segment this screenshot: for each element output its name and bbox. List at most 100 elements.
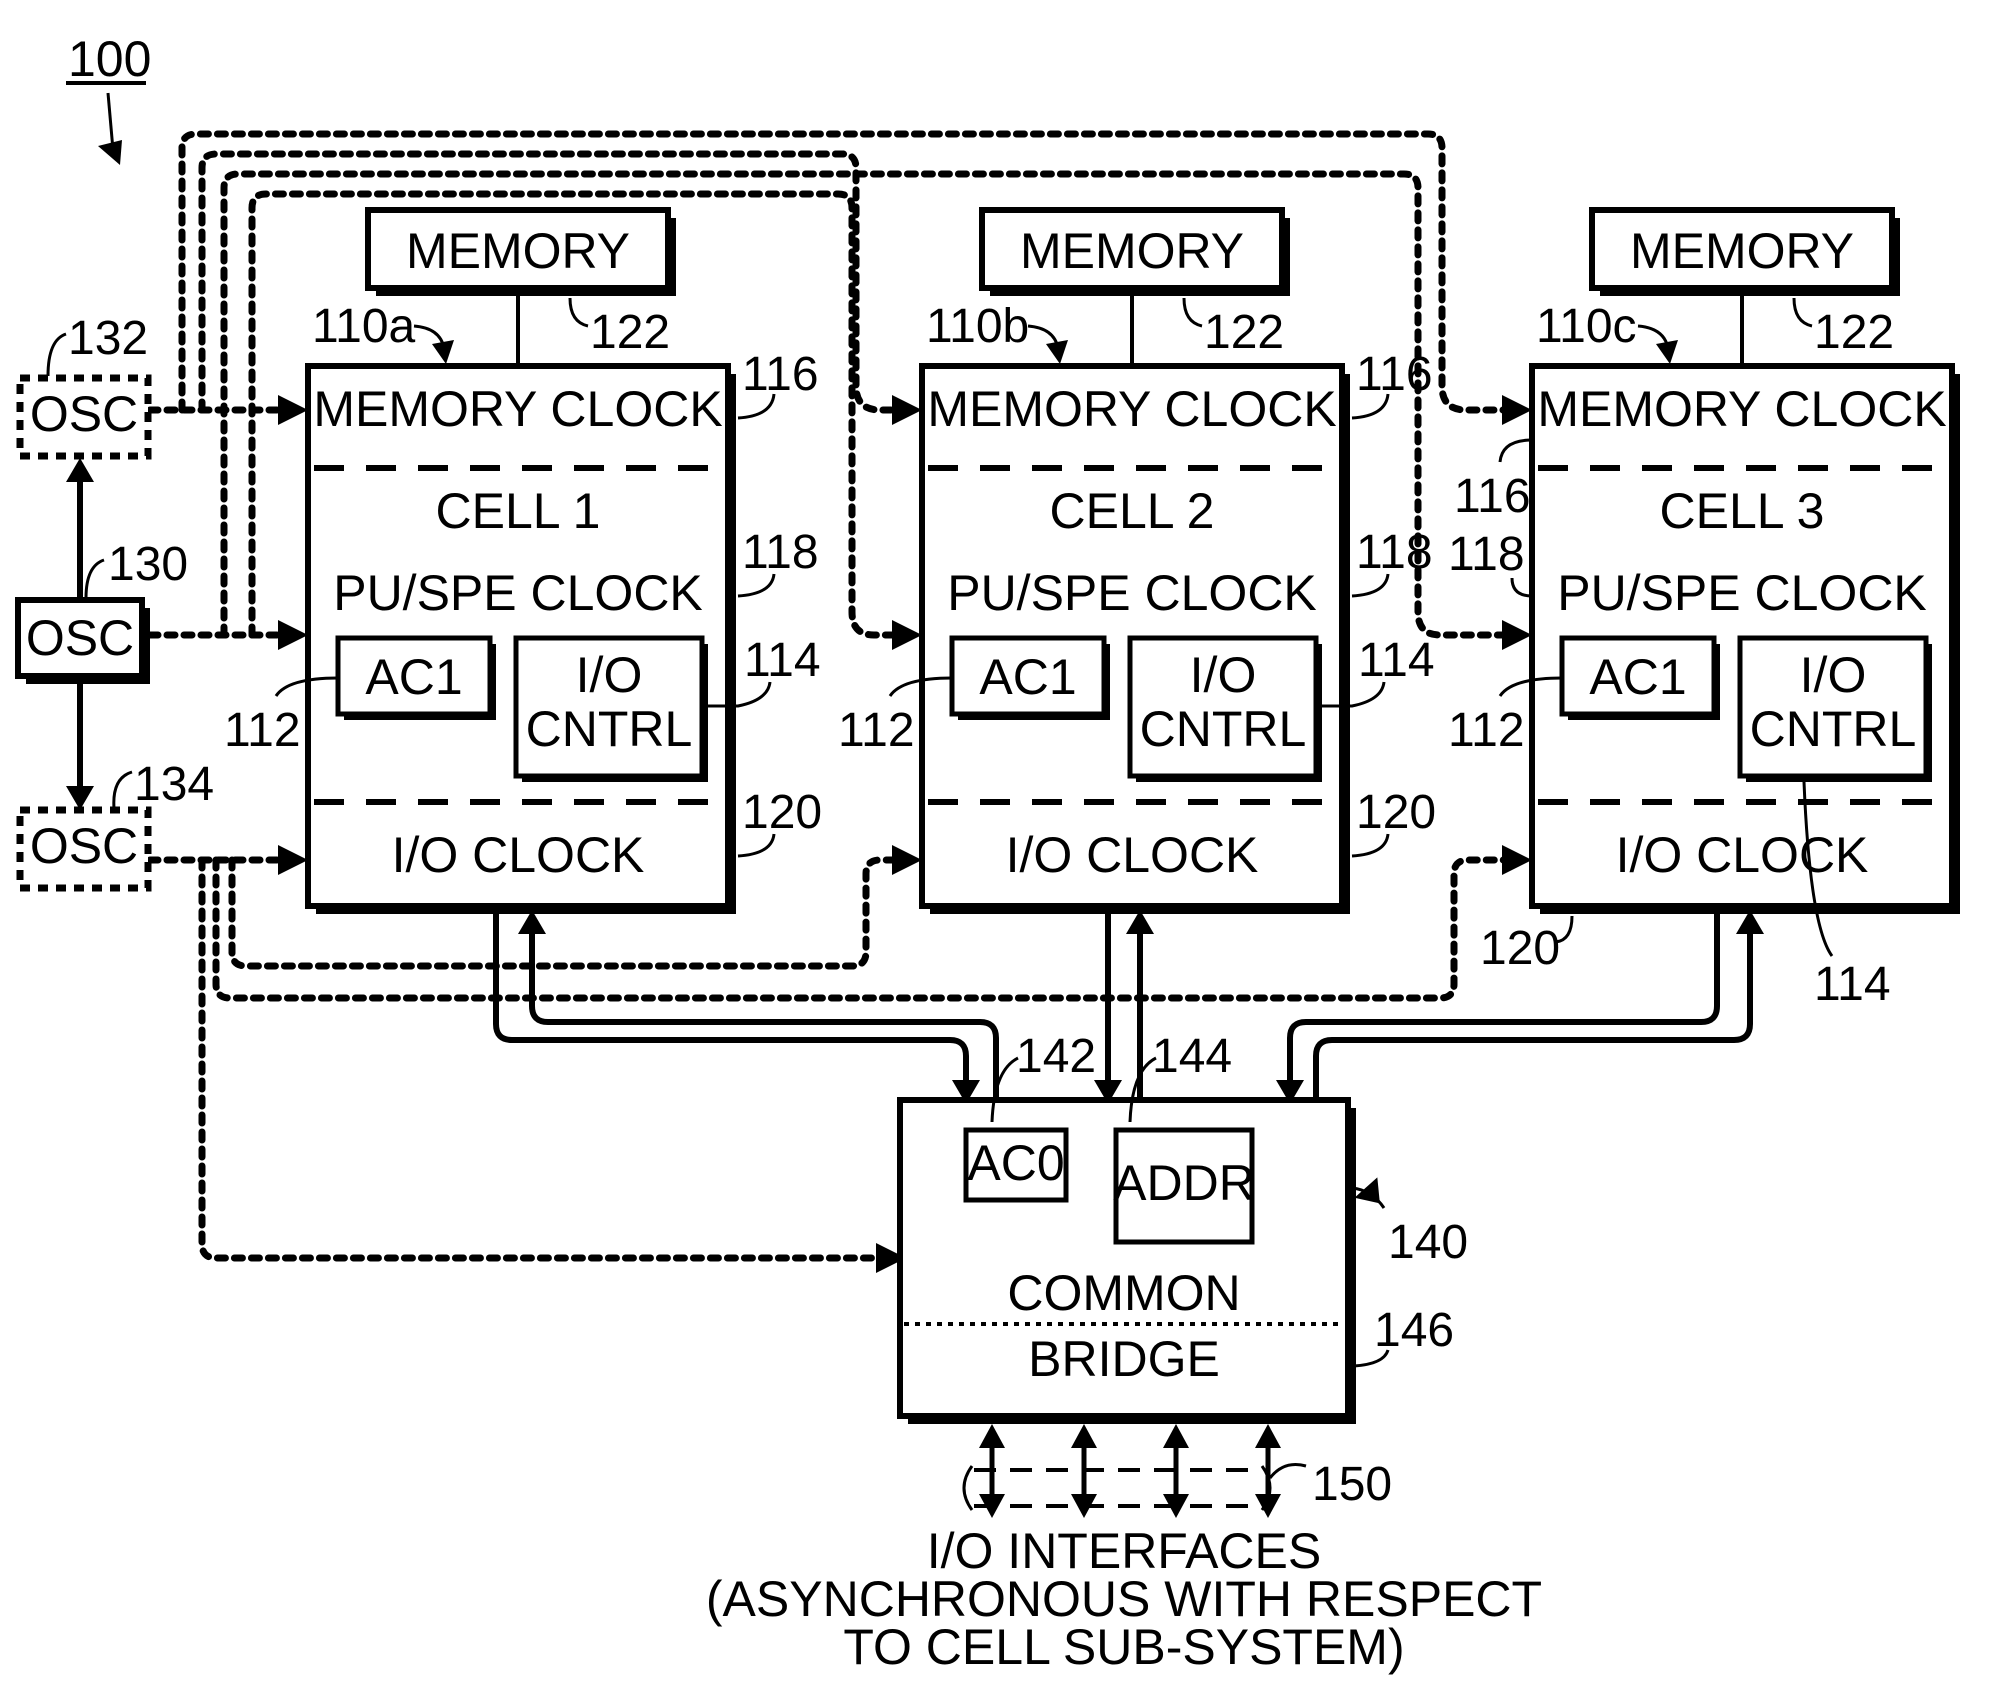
arrowhead [278,620,308,650]
io-cntrl-label-line2: CNTRL [526,701,693,757]
memory-label: MEMORY [1020,223,1244,279]
io-clock-ref: 120 [1356,786,1436,839]
ac0-ref: 142 [1016,1030,1096,1083]
arrowhead [278,845,308,875]
arrowhead [432,340,454,364]
memory-ref: 122 [1814,306,1894,359]
addr-ref: 144 [1152,1030,1232,1083]
io-arrowhead-up [979,1424,1005,1448]
clock-domain-diagram: 100 OSC 132 OSC 130 OSC 134 MEMORY122110… [15,31,1960,1675]
leader-line [46,332,67,377]
cell-name: CELL 3 [1660,483,1825,539]
arrowhead [1502,395,1532,425]
pu-spe-clock-label: PU/SPE CLOCK [1557,565,1927,621]
ac0-label: AC0 [967,1135,1064,1191]
memory-label: MEMORY [1630,223,1854,279]
io-interfaces-ref: 150 [1312,1458,1392,1511]
cell-1: MEMORY 122 110a MEMORY CLOCK CELL 1 PU/SPE CL… [224,207,822,914]
cell-ref: 110a [312,300,416,353]
arrowhead [1354,1177,1380,1204]
bridge-to-cell1-bus [529,928,999,1098]
leader-line [84,558,105,599]
io-clock-label: I/O CLOCK [392,827,645,883]
io-interfaces: 150 I/O INTERFACES (ASYNCHRONOUS WITH RE… [706,1424,1542,1675]
io-cntrl-ref: 114 [1358,634,1435,687]
ac1-ref: 112 [838,704,915,757]
pu-spe-clock-ref: 118 [742,526,819,579]
io-arrowhead-down [1255,1494,1281,1518]
cell-name: CELL 1 [436,483,601,539]
io-arrowhead-up [1163,1424,1189,1448]
leader-line [1182,297,1203,328]
io-cntrl-label-line2: CNTRL [1140,701,1307,757]
memory-clock-label: MEMORY CLOCK [1537,381,1946,437]
io-clock-ref: 120 [1480,922,1560,975]
oscillator-130: OSC 130 [15,538,188,684]
pu-spe-clock-label: PU/SPE CLOCK [333,565,703,621]
leader-line [1498,438,1533,463]
arrowhead [1502,845,1532,875]
memory-clock-ref: 116 [1454,470,1531,523]
arrowhead [1656,340,1678,364]
cell-ref: 110b [926,300,1029,353]
io-cntrl-ref: 114 [1814,958,1891,1011]
osc-ref: 134 [134,758,214,811]
bridge-section-ref: 146 [1374,1304,1454,1357]
arrowhead [1046,340,1068,364]
arrowhead [892,845,922,875]
leader-line [1792,297,1813,328]
io-arrowhead-up [1255,1424,1281,1448]
io-clock-ref: 120 [742,786,822,839]
io-cntrl-label-line1: I/O [1800,647,1867,703]
osc-ref: 132 [68,312,148,365]
ac1-label: AC1 [1589,649,1686,705]
arrowhead-up [66,458,94,482]
memory-clock-label: MEMORY CLOCK [313,381,722,437]
io-group-bracket-ends [962,1465,1272,1511]
cell-3: MEMORY 122 110c MEMORY CLOCK CELL 3 PU/SPE CL… [1448,207,1960,1011]
cell-ref: 110c [1536,300,1637,353]
cell-2: MEMORY 122 110b MEMORY CLOCK CELL 2 PU/SPE CL… [838,207,1436,914]
data-buses [493,910,1764,1104]
memory-clock-ref: 116 [1356,348,1433,401]
io-arrowhead-up [1071,1424,1097,1448]
io-interfaces-note-line2: TO CELL SUB-SYSTEM) [843,1619,1404,1675]
figure-ref-arrowhead [98,140,122,165]
figure-ref-arrow-shaft [106,92,115,151]
cell-name: CELL 2 [1050,483,1215,539]
figure-ref-label: 100 [68,31,151,87]
pu-spe-clock-ref: 118 [1356,526,1433,579]
memory-label: MEMORY [406,223,630,279]
pu-spe-clock-ref: 118 [1448,528,1525,581]
osc-ref: 130 [108,538,188,591]
ac1-ref: 112 [1448,704,1525,757]
memory-ref: 122 [590,306,670,359]
arrowhead [1502,620,1532,650]
osc-label: OSC [26,610,134,666]
addr-label: ADDR [1113,1155,1255,1211]
osc-label: OSC [30,386,138,442]
leader-line [1268,1463,1307,1479]
leader-line [112,770,133,809]
ac1-label: AC1 [365,649,462,705]
oscillator-134: OSC 134 [16,758,214,892]
io-clock-label: I/O CLOCK [1616,827,1869,883]
memory-clock-label: MEMORY CLOCK [927,381,1336,437]
ac1-ref: 112 [224,704,301,757]
oscillator-132: OSC 132 [16,312,152,460]
bridge-ref: 140 [1388,1216,1468,1269]
arrowhead [892,395,922,425]
osc-label: OSC [30,818,138,874]
ac1-label: AC1 [979,649,1076,705]
io-clock-label: I/O CLOCK [1006,827,1259,883]
io-cntrl-label-line2: CNTRL [1750,701,1917,757]
io-cntrl-ref: 114 [744,634,821,687]
io-cntrl-label-line1: I/O [1190,647,1257,703]
bridge-label: BRIDGE [1028,1331,1220,1387]
pu-spe-clock-label: PU/SPE CLOCK [947,565,1317,621]
memory-ref: 122 [1204,306,1284,359]
figure-ref: 100 [66,31,151,165]
common-label: COMMON [1007,1265,1240,1321]
io-group-bracket [974,1468,1262,1508]
memory-clock-ref: 116 [742,348,819,401]
